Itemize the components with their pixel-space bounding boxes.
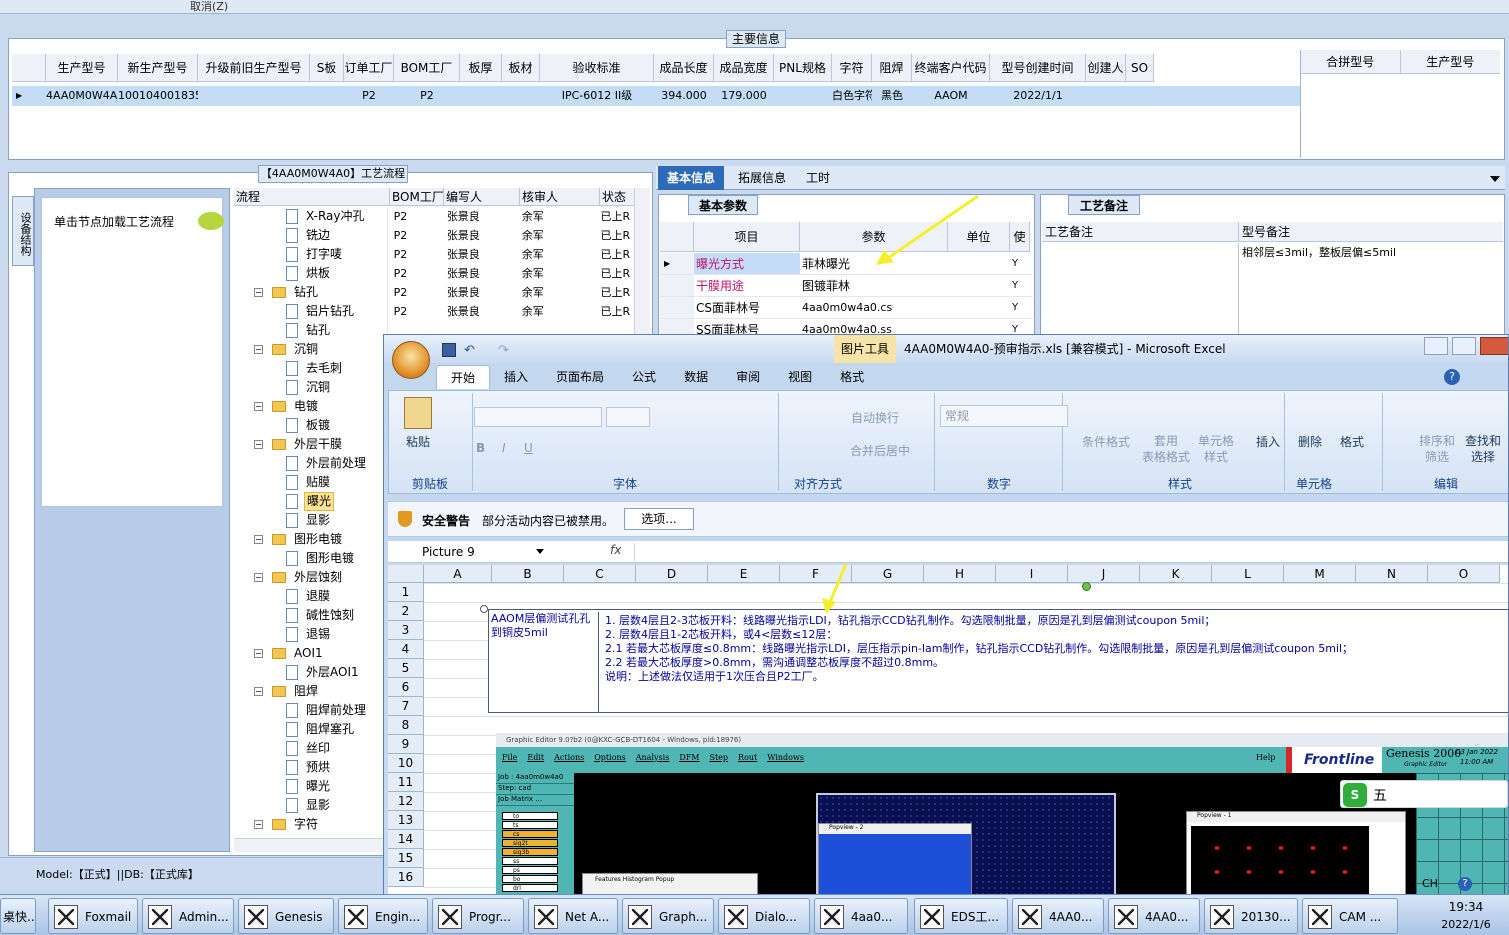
taskbar-label: Admin... [179, 910, 229, 924]
sogou-icon: S [1343, 783, 1367, 807]
app-icon [820, 905, 844, 929]
tray-help-icon[interactable]: ? [1458, 877, 1472, 891]
annotation-arrows [822, 194, 979, 614]
app-icon [1018, 905, 1042, 929]
arrow-to-param [876, 194, 979, 265]
app-icon [628, 905, 652, 929]
app-icon [1308, 905, 1332, 929]
ime-mode: 五 [1373, 788, 1387, 804]
taskbar-button[interactable]: 4AA0... [1012, 898, 1104, 934]
taskbar-label: 4AA0... [1049, 910, 1093, 924]
taskbar-label: Graph... [659, 910, 708, 924]
clock-time[interactable]: 19:34 [1436, 900, 1496, 914]
taskbar-label: 4AA0... [1145, 910, 1189, 924]
taskbar-button[interactable]: Engin... [338, 898, 428, 934]
app-icon [54, 905, 78, 929]
app-icon [1114, 905, 1138, 929]
clock-date[interactable]: 2022/1/6 [1424, 918, 1508, 931]
taskbar-button[interactable]: Admin... [142, 898, 234, 934]
taskbar-label: Dialo... [755, 910, 797, 924]
taskbar-label: EDS工... [951, 910, 999, 924]
arrow-to-instructions [822, 563, 848, 614]
app-icon [244, 905, 268, 929]
taskbar-button[interactable]: 20130... [1204, 898, 1298, 934]
taskbar-label: 桌快... [3, 910, 36, 924]
taskbar-button[interactable]: Graph... [622, 898, 714, 934]
taskbar-button[interactable]: Foxmail [48, 898, 138, 934]
taskbar-label: Net A... [565, 910, 610, 924]
app-icon [1210, 905, 1234, 929]
taskbar-label: Engin... [375, 910, 421, 924]
taskbar-button[interactable]: 4aa0... [814, 898, 908, 934]
app-icon [920, 905, 944, 929]
taskbar-button[interactable]: Progr... [432, 898, 524, 934]
taskbar-button[interactable]: Net A... [528, 898, 618, 934]
language-indicator[interactable]: CH [1422, 877, 1438, 890]
taskbar-button[interactable]: EDS工... [914, 898, 1008, 934]
taskbar-button[interactable]: Dialo... [718, 898, 810, 934]
taskbar-button[interactable]: Genesis [238, 898, 334, 934]
taskbar-label: 4aa0... [851, 910, 893, 924]
app-icon [148, 905, 172, 929]
taskbar-button[interactable]: CAM ... [1302, 898, 1398, 934]
ime-bar[interactable]: S 五 [1340, 780, 1508, 808]
taskbar-label: Progr... [469, 910, 511, 924]
taskbar-label: 20130... [1241, 910, 1291, 924]
taskbar-label: Genesis [275, 910, 323, 924]
taskbar-label: CAM ... [1339, 910, 1382, 924]
app-icon [438, 905, 462, 929]
app-icon [724, 905, 748, 929]
taskbar-button[interactable]: 桌快... [0, 898, 36, 934]
taskbar-label: Foxmail [85, 910, 132, 924]
taskbar-button[interactable]: 4AA0... [1108, 898, 1200, 934]
app-icon [534, 905, 558, 929]
app-icon [344, 905, 368, 929]
